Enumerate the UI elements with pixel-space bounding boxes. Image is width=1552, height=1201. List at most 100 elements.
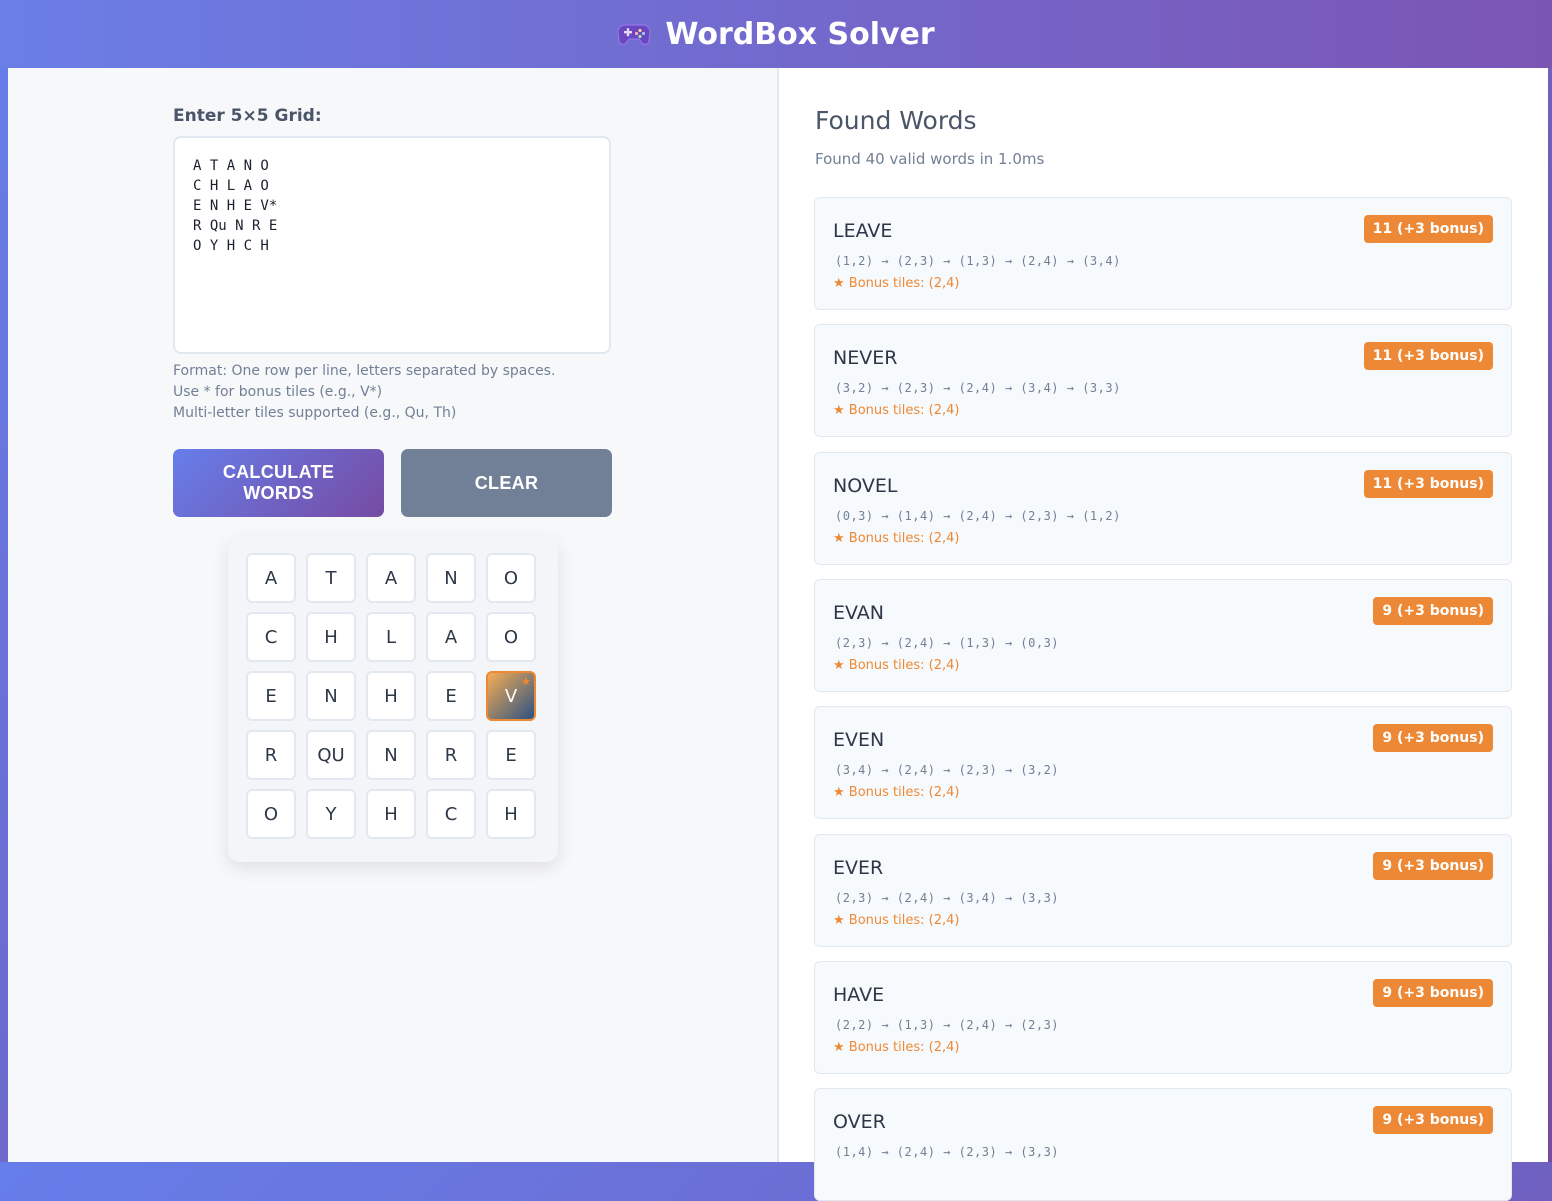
results-title: Found Words — [815, 106, 977, 135]
board-tile: R — [246, 730, 296, 780]
board-tile: H — [486, 789, 536, 839]
word-text: EVER — [833, 856, 884, 879]
board-tile: O — [246, 789, 296, 839]
word-path: (1,2) → (2,3) → (1,3) → (2,4) → (3,4) — [835, 254, 1121, 268]
tile-letter: C — [444, 803, 458, 825]
word-card[interactable]: NEVER 11 (+3 bonus) (3,2) → (2,3) → (2,4) … — [814, 324, 1512, 438]
tile-letter: N — [384, 744, 398, 766]
score-badge: 9 (+3 bonus) — [1373, 851, 1493, 880]
app-header: WordBox Solver — [0, 0, 1552, 68]
board-tile: E — [426, 671, 476, 721]
word-path: (3,4) → (2,4) → (2,3) → (3,2) — [835, 763, 1060, 778]
format-help: Format: One row per line, letters separa… — [173, 361, 555, 424]
word-text: OVER — [833, 1111, 886, 1134]
board-tile: A — [366, 553, 416, 603]
tile-letter: E — [505, 744, 517, 766]
tile-letter: O — [503, 626, 519, 648]
board-tile: H — [366, 789, 416, 839]
tile-letter: A — [264, 567, 278, 589]
word-path: (1,4) → (2,4) → (2,3) → (3,3) — [835, 1145, 1060, 1160]
grid-input-label: Enter 5×5 Grid: — [173, 106, 322, 126]
results-panel: Found Words Found 40 valid words in 1.0m… — [779, 68, 1548, 1201]
bonus-tile: V ★ — [486, 671, 536, 721]
word-card[interactable]: EVAN 9 (+3 bonus) (2,3) → (2,4) → (1,3) → … — [814, 578, 1512, 692]
score-badge: 11 (+3 bonus) — [1363, 215, 1493, 243]
bonus-tiles-note: ★ Bonus tiles: (2,4) — [833, 276, 960, 291]
score-badge: 9 (+3 bonus) — [1373, 596, 1493, 625]
word-path: (3,2) → (2,3) → (2,4) → (3,4) → (3,3) — [835, 381, 1121, 396]
word-card[interactable]: EVER 9 (+3 bonus) (2,3) → (2,4) → (3,4) → … — [814, 833, 1512, 947]
board-tile: Y — [306, 789, 356, 839]
word-card[interactable]: HAVE 9 (+3 bonus) (2,2) → (1,3) → (2,4) → … — [814, 960, 1512, 1074]
board-tile: C — [426, 789, 476, 839]
tile-letter: H — [384, 803, 398, 825]
word-card[interactable]: NOVEL 11 (+3 bonus) (0,3) → (1,4) → (2,4) … — [814, 451, 1512, 565]
word-path: (2,3) → (2,4) → (3,4) → (3,3) — [835, 890, 1060, 905]
word-path: (2,2) → (1,3) → (2,4) → (2,3) — [835, 1017, 1060, 1032]
tile-letter: A — [384, 567, 398, 589]
tile-letter: O — [503, 567, 519, 589]
gamepad-icon — [617, 21, 651, 47]
score-badge: 9 (+3 bonus) — [1373, 1106, 1493, 1135]
board-tile: T — [306, 553, 356, 603]
word-text: EVAN — [833, 601, 884, 624]
tile-letter: E — [265, 685, 277, 707]
board-tile: L — [366, 612, 416, 662]
score-badge: 9 (+3 bonus) — [1373, 724, 1493, 753]
calculate-button-label: CALCULATE WORDS — [222, 462, 335, 503]
help-line: Multi-letter tiles supported (e.g., Qu, … — [173, 405, 457, 421]
tile-letter: H — [384, 685, 398, 707]
tile-letter: R — [264, 744, 278, 766]
board-tile: O — [486, 553, 536, 603]
bonus-tiles-note: ★ Bonus tiles: (2,4) — [833, 1039, 960, 1055]
board-tile: R — [426, 730, 476, 780]
clear-button[interactable]: CLEAR — [401, 449, 612, 517]
word-text: LEAVE — [833, 220, 893, 242]
word-path: (2,3) → (2,4) → (1,3) → (0,3) — [835, 635, 1060, 650]
board-tile: N — [366, 730, 416, 780]
tile-letter: N — [444, 567, 458, 589]
tile-letter: V — [504, 685, 518, 707]
tile-letter: H — [324, 626, 338, 648]
board-tile: H — [306, 612, 356, 662]
score-badge: 11 (+3 bonus) — [1363, 469, 1493, 498]
word-text: NEVER — [833, 347, 898, 370]
word-text: HAVE — [833, 983, 885, 1006]
tile-letter: R — [444, 744, 458, 766]
bonus-tiles-note: ★ Bonus tiles: (2,4) — [833, 657, 960, 673]
board-tile: C — [246, 612, 296, 662]
bonus-tiles-note: ★ Bonus tiles: (2,4) — [833, 912, 960, 928]
tile-letter: T — [325, 567, 337, 589]
score-badge: 11 (+3 bonus) — [1363, 342, 1493, 371]
tile-letter: E — [445, 685, 457, 707]
tile-letter: A — [444, 626, 458, 648]
tile-letter: L — [385, 626, 397, 648]
bonus-tiles-note: ★ Bonus tiles: (2,4) — [833, 530, 960, 546]
calculate-words-button[interactable]: CALCULATE WORDS — [173, 449, 384, 517]
word-card[interactable]: OVER 9 (+3 bonus) (1,4) → (2,4) → (2,3) → … — [814, 1088, 1512, 1201]
bonus-tiles-note: ★ Bonus tiles: (2,4) — [833, 785, 960, 801]
tile-letter: N — [324, 685, 338, 707]
help-line: Use * for bonus tiles (e.g., V*) — [173, 384, 383, 400]
word-path: (0,3) → (1,4) → (2,4) → (2,3) → (1,2) — [835, 508, 1121, 523]
board-tile: H — [366, 671, 416, 721]
score-badge: 9 (+3 bonus) — [1373, 978, 1493, 1007]
tile-letter: QU — [317, 744, 345, 766]
word-text: NOVEL — [833, 474, 898, 497]
grid-input[interactable]: A T A N O C H L A O E N H E V* R Qu N R … — [173, 136, 611, 354]
board-tile: E — [486, 730, 536, 780]
board-tile: A — [426, 612, 476, 662]
bonus-tiles-note: ★ Bonus tiles: (2,4) — [833, 403, 960, 419]
word-card[interactable]: LEAVE 11 (+3 bonus) (1,2) → (2,3) → (1,3) … — [814, 197, 1512, 310]
board-tile: E — [246, 671, 296, 721]
app-title: WordBox Solver — [665, 16, 935, 52]
board-tile: O — [486, 612, 536, 662]
board-tile: N — [306, 671, 356, 721]
board-tile: A — [246, 553, 296, 603]
tile-letter: C — [264, 626, 278, 648]
help-line: Format: One row per line, letters separa… — [173, 363, 556, 379]
word-text: EVEN — [833, 729, 885, 752]
word-card[interactable]: EVEN 9 (+3 bonus) (3,4) → (2,4) → (2,3) → … — [814, 706, 1512, 820]
board-tile: N — [426, 553, 476, 603]
letter-board: A T A N O C H L A O E N H E V ★ R QU N R E O Y H C H — [228, 537, 558, 862]
